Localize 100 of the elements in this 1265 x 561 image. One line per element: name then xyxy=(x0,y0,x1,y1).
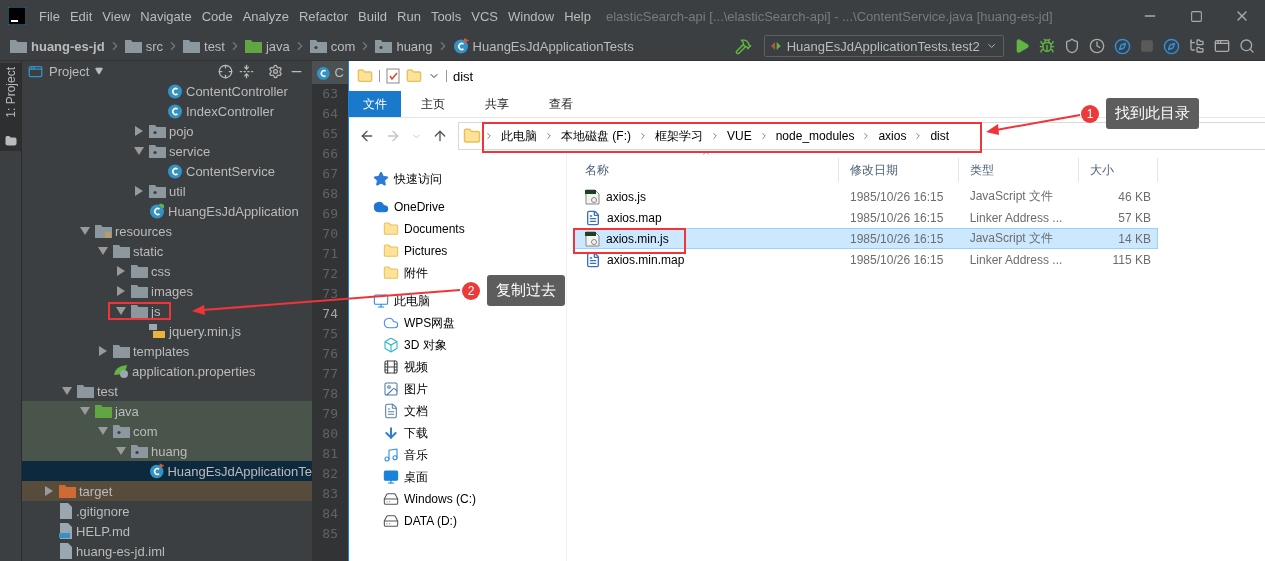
tree-item[interactable]: com xyxy=(22,421,312,441)
menu-item[interactable]: Build xyxy=(353,8,392,24)
editor-tab[interactable]: C xyxy=(312,61,348,84)
collapse-icon[interactable] xyxy=(239,63,254,79)
run-config-dropdown[interactable]: HuangEsJdApplicationTests.test2 xyxy=(764,35,1004,57)
tree-item[interactable]: huang xyxy=(22,441,312,461)
nav-item[interactable]: 3D 对象 xyxy=(349,334,451,356)
hammer-icon[interactable] xyxy=(735,37,752,55)
collapsed-arrow-icon[interactable] xyxy=(134,126,144,136)
folder-tree-icon[interactable] xyxy=(1189,38,1205,54)
expanded-arrow-icon[interactable] xyxy=(116,446,126,456)
expanded-arrow-icon[interactable] xyxy=(80,226,90,236)
breadcrumb-item[interactable]: huang xyxy=(375,38,433,54)
tree-item[interactable]: js xyxy=(22,301,312,321)
ribbon-tab[interactable]: 共享 xyxy=(465,91,529,117)
nav-item[interactable]: 文档 xyxy=(349,400,432,422)
tree-item[interactable]: HELP.md xyxy=(22,521,312,541)
expanded-arrow-icon[interactable] xyxy=(80,406,90,416)
nav-item[interactable]: WPS网盘 xyxy=(349,312,460,334)
expanded-arrow-icon[interactable] xyxy=(134,146,144,156)
app-logo-icon[interactable] xyxy=(8,7,26,25)
menu-item[interactable]: Run xyxy=(392,8,426,24)
checklist-icon[interactable] xyxy=(386,68,400,84)
menu-item[interactable]: File xyxy=(34,8,65,24)
tree-item[interactable]: HuangEsJdApplicationTe xyxy=(22,461,312,481)
nav-item[interactable]: 图片 xyxy=(349,378,432,400)
nav-item[interactable]: 快速访问 xyxy=(349,168,446,190)
tree-item[interactable]: huang-es-jd.iml xyxy=(22,541,312,561)
tree-item[interactable]: IndexController xyxy=(22,101,312,121)
shield-icon[interactable] xyxy=(1064,38,1080,54)
path-segment[interactable]: axios xyxy=(874,129,911,143)
menu-item[interactable]: Window xyxy=(502,8,560,24)
compass-icon[interactable] xyxy=(1163,37,1180,55)
up-icon[interactable] xyxy=(432,128,448,144)
path-segment[interactable]: 此电脑 xyxy=(497,127,541,145)
breadcrumb-item[interactable]: HuangEsJdApplicationTests xyxy=(452,38,634,54)
collapsed-arrow-icon[interactable] xyxy=(98,346,108,356)
tree-item[interactable]: target xyxy=(22,481,312,501)
tree-item[interactable]: templates xyxy=(22,341,312,361)
column-header[interactable]: 名称 xyxy=(574,158,839,182)
menu-item[interactable]: Tools xyxy=(425,8,467,24)
nav-item[interactable]: 附件 xyxy=(349,262,432,284)
tree-item[interactable]: static xyxy=(22,241,312,261)
tree-item[interactable]: pojo xyxy=(22,121,312,141)
collapsed-arrow-icon[interactable] xyxy=(116,266,126,276)
tree-item[interactable]: test xyxy=(22,381,312,401)
bug-icon[interactable] xyxy=(1039,38,1055,54)
nav-item[interactable]: 此电脑 xyxy=(349,290,434,312)
expanded-arrow-icon[interactable] xyxy=(116,306,126,316)
compass-icon[interactable] xyxy=(1114,37,1131,55)
tree-item[interactable]: images xyxy=(22,281,312,301)
project-view-dropdown[interactable]: Project xyxy=(28,63,104,79)
menu-item[interactable]: Analyze xyxy=(237,8,294,24)
nav-item[interactable]: OneDrive xyxy=(349,196,449,218)
ribbon-tab[interactable]: 主页 xyxy=(401,91,465,117)
collapsed-arrow-icon[interactable] xyxy=(134,186,144,196)
tree-item[interactable]: jquery.min.js xyxy=(22,321,312,341)
collapsed-arrow-icon[interactable] xyxy=(44,486,54,496)
expanded-arrow-icon[interactable] xyxy=(62,386,72,396)
tool-window-tab[interactable]: 1: Project xyxy=(0,63,21,151)
nav-item[interactable]: 桌面 xyxy=(349,466,432,488)
tree-item[interactable]: .gitignore xyxy=(22,501,312,521)
column-header[interactable]: 大小 xyxy=(1079,158,1158,182)
menu-item[interactable]: Help xyxy=(559,8,596,24)
tree-item[interactable]: ContentService xyxy=(22,161,312,181)
path-segment[interactable]: node_modules xyxy=(771,129,859,143)
expanded-arrow-icon[interactable] xyxy=(98,426,108,436)
menu-item[interactable]: Code xyxy=(196,8,238,24)
collapsed-arrow-icon[interactable] xyxy=(116,286,126,296)
search-icon[interactable] xyxy=(1239,38,1255,54)
tree-item[interactable]: util xyxy=(22,181,312,201)
file-row[interactable]: axios.min.map 1985/10/26 16:15 Linker Address ... 115 KB xyxy=(574,249,1158,270)
run-icon[interactable] xyxy=(1014,38,1030,54)
crosshair-icon[interactable] xyxy=(218,63,233,79)
breadcrumb-item[interactable]: huang-es-jd xyxy=(10,38,105,54)
tree-item[interactable]: ContentController xyxy=(22,81,312,101)
menu-item[interactable]: Navigate xyxy=(135,8,197,24)
settings-icon[interactable] xyxy=(268,63,283,79)
tree-item[interactable]: css xyxy=(22,261,312,281)
nav-item[interactable]: 视频 xyxy=(349,356,432,378)
tree-item[interactable]: java xyxy=(22,401,312,421)
ribbon-tab[interactable]: 文件 xyxy=(349,91,401,117)
tree-item[interactable]: HuangEsJdApplication xyxy=(22,201,312,221)
breadcrumb-item[interactable]: test xyxy=(183,38,225,54)
file-row[interactable]: axios.min.js 1985/10/26 16:15 JavaScript 文件 14 KB xyxy=(574,228,1158,249)
nav-item[interactable]: Windows (C:) xyxy=(349,488,480,510)
tree-item[interactable]: service xyxy=(22,141,312,161)
nav-item[interactable]: Pictures xyxy=(349,240,452,262)
path-segment[interactable]: 本地磁盘 (F:) xyxy=(557,127,635,145)
expanded-arrow-icon[interactable] xyxy=(98,246,108,256)
nav-item[interactable]: 音乐 xyxy=(349,444,432,466)
file-row[interactable]: axios.map 1985/10/26 16:15 Linker Address ... 57 KB xyxy=(574,207,1158,228)
path-segment[interactable]: 框架学习 xyxy=(651,127,707,145)
nav-item[interactable]: 下载 xyxy=(349,422,432,444)
menu-item[interactable]: VCS xyxy=(466,8,503,24)
breadcrumb-item[interactable]: java xyxy=(245,38,290,54)
terminal-window-icon[interactable] xyxy=(1214,38,1230,54)
tree-item[interactable]: resources xyxy=(22,221,312,241)
nav-item[interactable]: DATA (D:) xyxy=(349,510,461,532)
breadcrumb-item[interactable]: src xyxy=(124,38,163,54)
